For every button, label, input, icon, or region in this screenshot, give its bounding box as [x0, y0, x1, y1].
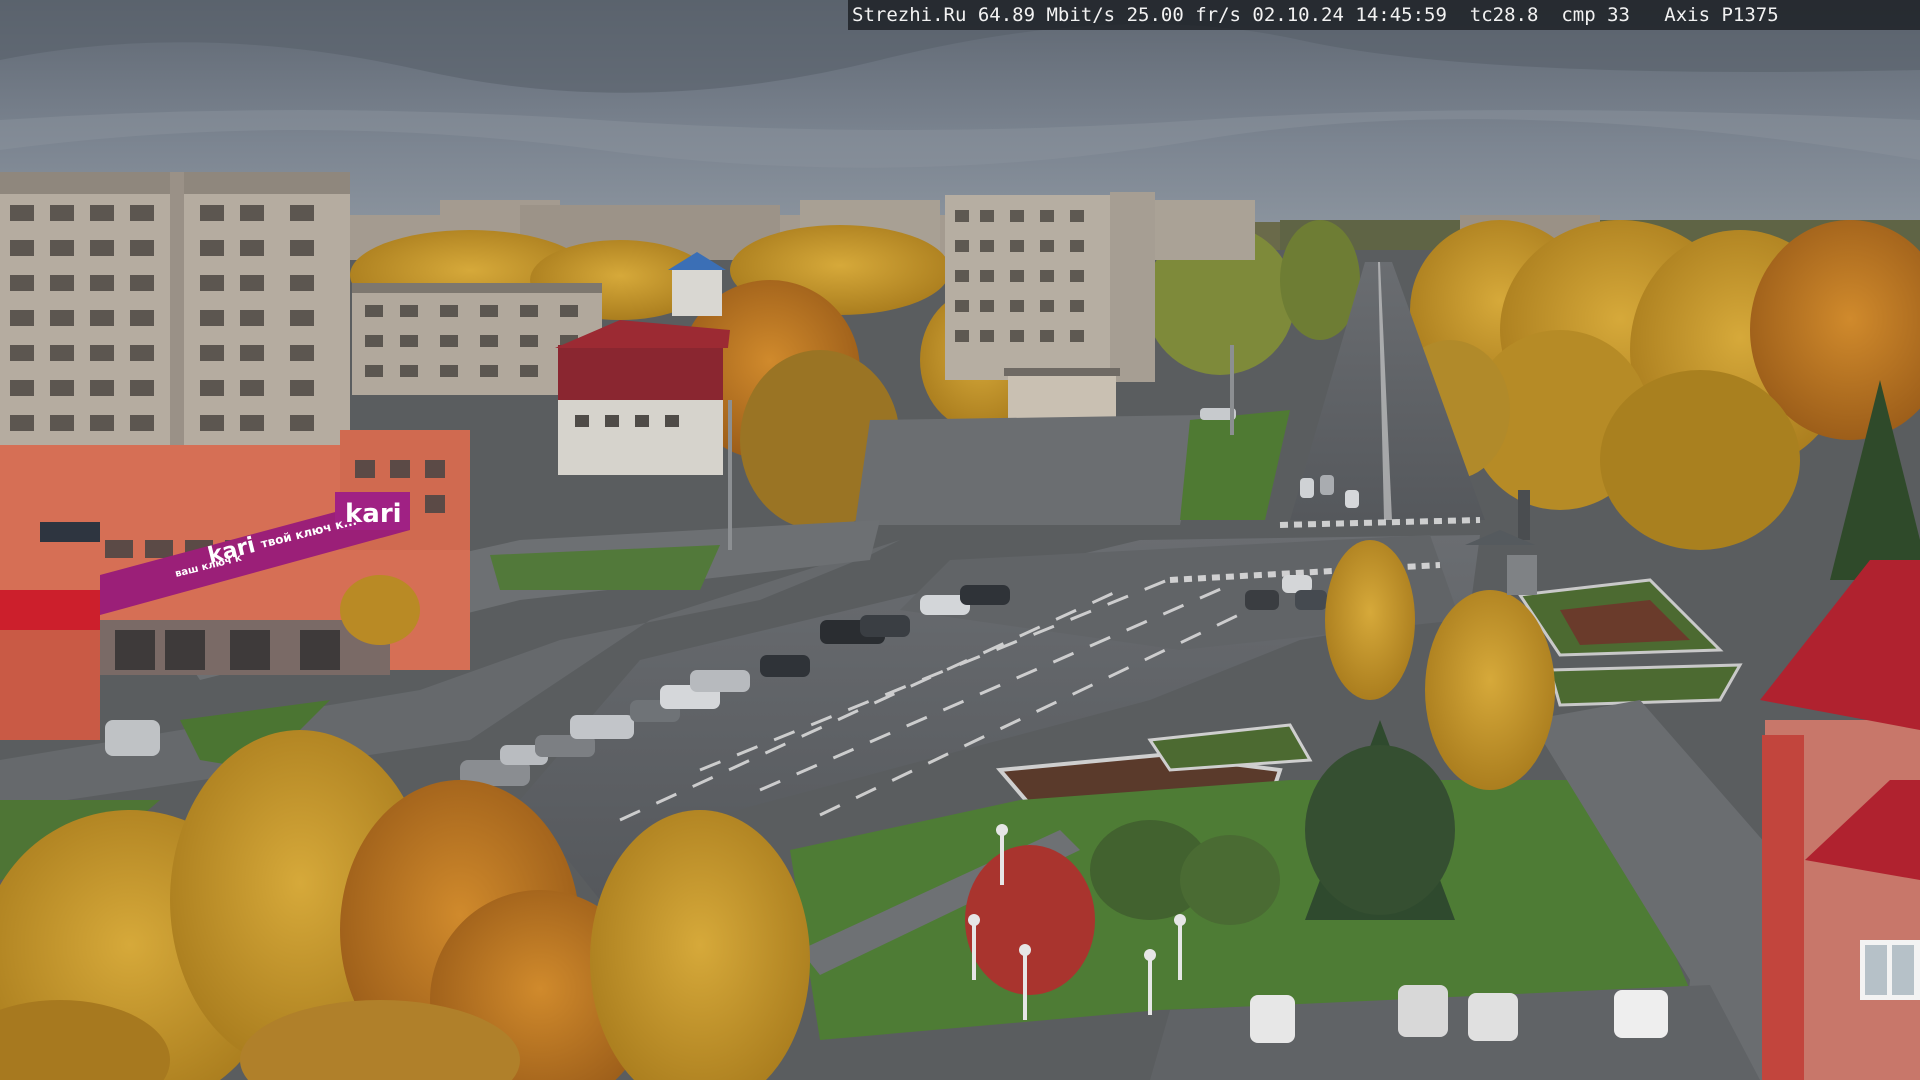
camera-frame: kari kari твой ключ к... ваш ключ к Stre…	[0, 0, 1920, 1080]
osd-source: Strezhi.Ru	[852, 4, 967, 26]
osd-bitrate: 64.89 Mbit/s	[977, 4, 1116, 26]
osd-time: 14:45:59	[1355, 4, 1447, 26]
webcam-scene: kari kari твой ключ к... ваш ключ к	[0, 0, 1920, 1080]
osd-date: 02.10.24	[1252, 4, 1344, 26]
osd-framerate: 25.00 fr/s	[1126, 4, 1241, 26]
osd-camera-model: Axis P1375	[1664, 4, 1779, 26]
red-roof-building	[555, 320, 730, 475]
central-square	[855, 415, 1205, 525]
osd-cmp: cmp 33	[1561, 4, 1630, 26]
osd-tc: tc28.8	[1469, 4, 1539, 26]
pavilion	[1008, 372, 1116, 420]
camera-osd-bar: Strezhi.Ru 64.89 Mbit/s 25.00 fr/s 02.10…	[848, 0, 1920, 30]
